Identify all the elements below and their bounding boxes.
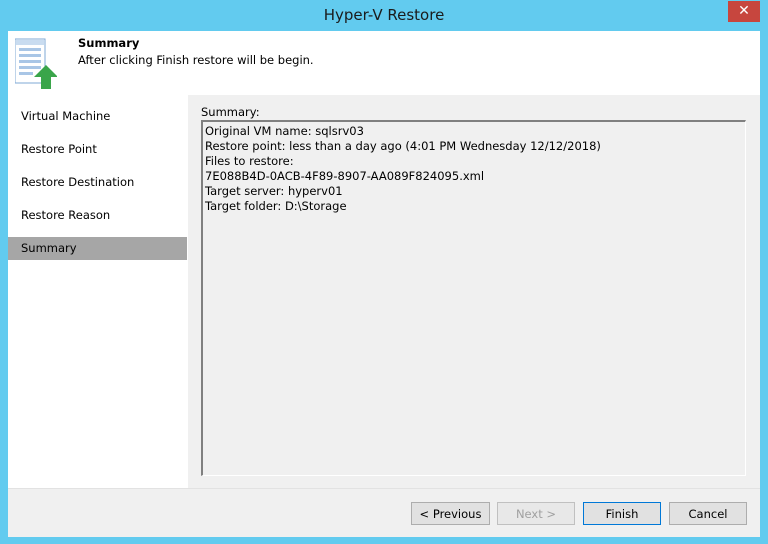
- next-button[interactable]: Next >: [497, 502, 575, 525]
- wizard-body: Summary After clicking Finish restore wi…: [8, 31, 760, 537]
- wizard-footer: < Previous Next > Finish Cancel: [8, 488, 760, 537]
- previous-button[interactable]: < Previous: [411, 502, 490, 525]
- close-button[interactable]: ✕: [728, 1, 760, 22]
- hyperv-restore-window: Hyper-V Restore ✕ Summary After clicking…: [0, 0, 768, 544]
- step-restore-reason[interactable]: Restore Reason: [8, 204, 187, 227]
- summary-line-file-name: 7E088B4D-0ACB-4F89-8907-AA089F824095.xml: [205, 169, 485, 183]
- summary-line-target-server: Target server: hyperv01: [205, 184, 343, 198]
- restore-document-icon: [15, 38, 57, 89]
- summary-line-files-header: Files to restore:: [205, 154, 294, 168]
- summary-panel: Summary: Original VM name: sqlsrv03 Rest…: [188, 95, 760, 488]
- summary-label: Summary:: [201, 105, 260, 119]
- finish-button[interactable]: Finish: [583, 502, 661, 525]
- step-summary[interactable]: Summary: [8, 237, 187, 260]
- step-virtual-machine[interactable]: Virtual Machine: [8, 105, 187, 128]
- title-bar[interactable]: Hyper-V Restore ✕: [0, 0, 768, 31]
- window-title: Hyper-V Restore: [323, 6, 445, 24]
- header-title: Summary: [78, 36, 140, 50]
- step-restore-point[interactable]: Restore Point: [8, 138, 187, 161]
- summary-textbox[interactable]: Original VM name: sqlsrv03 Restore point…: [201, 120, 746, 476]
- step-restore-destination[interactable]: Restore Destination: [8, 171, 187, 194]
- header-description: After clicking Finish restore will be be…: [78, 53, 314, 67]
- wizard-header: Summary After clicking Finish restore wi…: [8, 31, 760, 95]
- cancel-button[interactable]: Cancel: [669, 502, 747, 525]
- summary-line-target-folder: Target folder: D:\Storage: [205, 199, 347, 213]
- summary-line-vm-name: Original VM name: sqlsrv03: [205, 124, 364, 138]
- summary-line-restore-point: Restore point: less than a day ago (4:01…: [205, 139, 601, 153]
- close-icon: ✕: [738, 3, 750, 19]
- wizard-steps: Virtual Machine Restore Point Restore De…: [8, 95, 188, 488]
